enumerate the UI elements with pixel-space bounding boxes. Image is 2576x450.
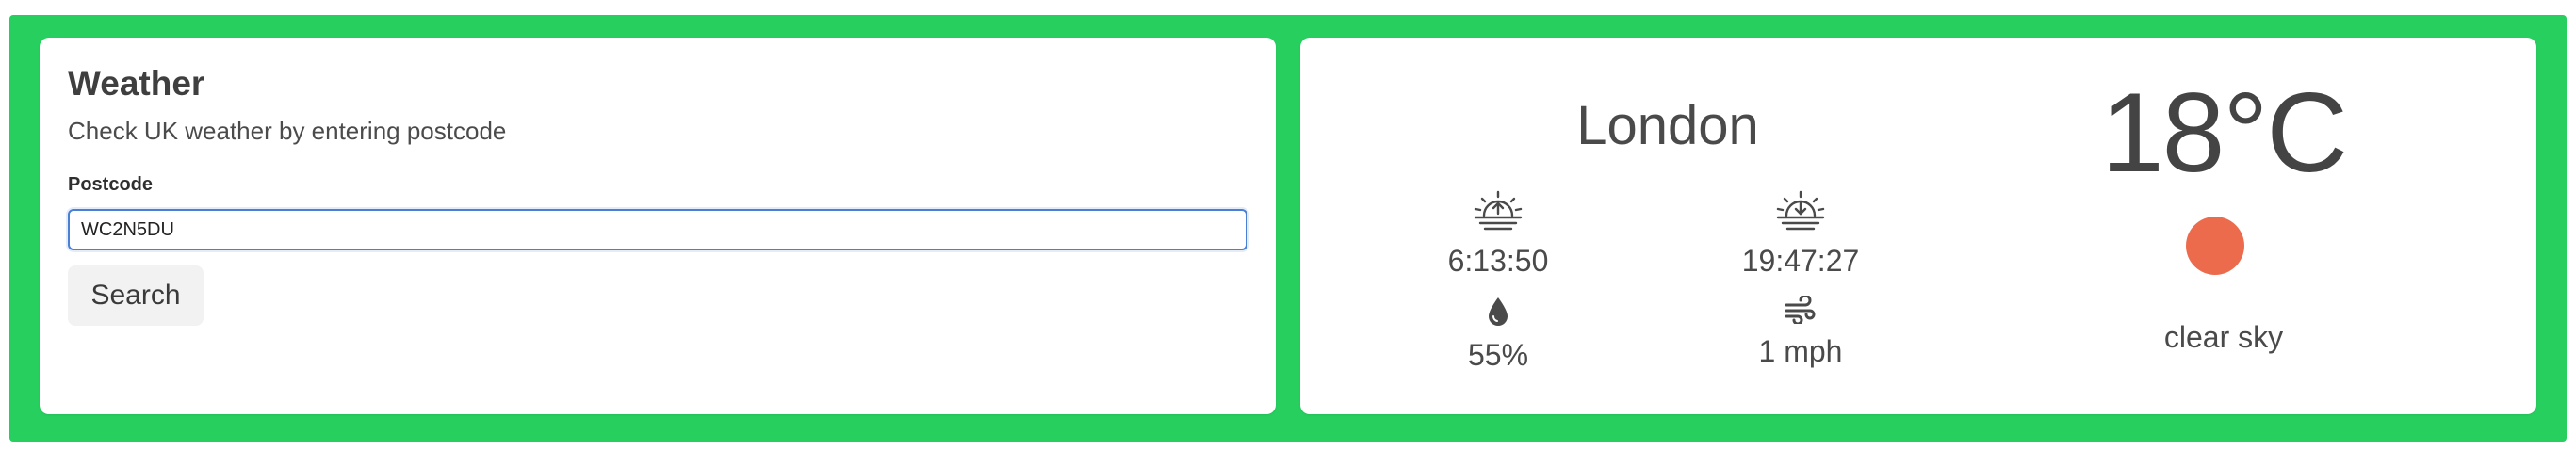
page-subtitle: Check UK weather by entering postcode [68, 117, 507, 145]
weather-panel: London 6:13:50 19:47:27 55% 1 mph 18°C c… [1300, 38, 2536, 414]
sunrise-icon [1413, 190, 1583, 238]
page-title: Weather [68, 64, 205, 103]
wind-stat: 1 mph [1716, 294, 1885, 369]
sunset-stat: 19:47:27 [1716, 190, 1885, 279]
humidity-stat: 55% [1413, 296, 1583, 373]
wind-value: 1 mph [1758, 334, 1843, 368]
postcode-label: Postcode [68, 174, 154, 195]
sunrise-time: 6:13:50 [1447, 244, 1549, 278]
humidity-value: 55% [1467, 338, 1529, 372]
humidity-drop-icon [1413, 296, 1583, 332]
sunset-icon [1716, 190, 1885, 238]
search-button[interactable]: Search [68, 265, 204, 326]
city-name: London [1576, 95, 1759, 156]
postcode-input[interactable] [68, 209, 1247, 250]
sunset-time: 19:47:27 [1741, 244, 1860, 278]
sunrise-stat: 6:13:50 [1413, 190, 1583, 279]
temperature: 18°C [2100, 70, 2348, 196]
weather-condition: clear sky [2163, 320, 2284, 354]
wind-icon [1716, 294, 1885, 329]
clear-sky-sun-icon [2186, 217, 2244, 275]
app-frame: Weather Check UK weather by entering pos… [9, 15, 2567, 442]
search-panel: Weather Check UK weather by entering pos… [40, 38, 1276, 414]
